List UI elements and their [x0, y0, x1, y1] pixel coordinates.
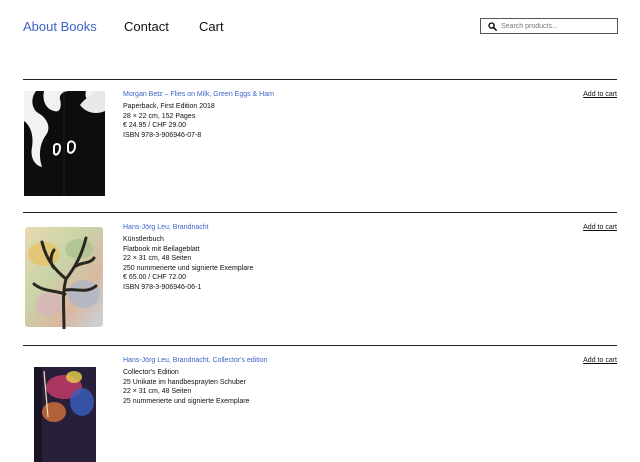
- site-header: About Books Contact Cart: [0, 0, 640, 60]
- product-title-link[interactable]: Hans-Jörg Leu, Brandnacht, Collector's e…: [123, 356, 268, 366]
- add-to-cart-button[interactable]: Add to cart: [583, 223, 617, 233]
- product-detail: 28 × 22 cm, 152 Pages: [123, 112, 196, 120]
- search-box[interactable]: [480, 18, 618, 34]
- product-detail: 250 nummerierte und signierte Exemplare: [123, 264, 254, 272]
- add-to-cart-button[interactable]: Add to cart: [583, 90, 617, 100]
- product-detail: Paperback, First Edition 2018: [123, 103, 215, 111]
- product-cover-image[interactable]: [24, 224, 105, 329]
- product-detail: 25 Unikate im handbesprayten Schuber: [123, 378, 246, 386]
- product-detail: 25 nummerierte und signierte Exemplare: [123, 397, 250, 405]
- product-info: Morgan Betz – Flies on Milk, Green Eggs …: [123, 90, 274, 140]
- nav-about-books[interactable]: About Books: [23, 19, 97, 35]
- product-info: Hans-Jörg Leu, Brandnacht Künstlerbuch F…: [123, 223, 253, 293]
- product-detail: 22 × 31 cm, 48 Seiten: [123, 255, 192, 263]
- product-cover-image[interactable]: [24, 357, 105, 462]
- product-detail: Flatbook mit Beilageblatt: [123, 245, 200, 253]
- nav-cart[interactable]: Cart: [199, 19, 224, 35]
- product-title-link[interactable]: Morgan Betz – Flies on Milk, Green Eggs …: [123, 90, 274, 100]
- product-item: Hans-Jörg Leu, Brandnacht Künstlerbuch F…: [23, 212, 617, 329]
- nav-contact[interactable]: Contact: [124, 19, 169, 35]
- product-cover-image[interactable]: [24, 91, 105, 196]
- product-info: Hans-Jörg Leu, Brandnacht, Collector's e…: [123, 356, 268, 406]
- product-detail: 22 × 31 cm, 48 Seiten: [123, 388, 192, 396]
- product-price: € 65.00 / CHF 72.00: [123, 274, 187, 282]
- product-isbn: ISBN 978-3-906946-07-8: [123, 131, 202, 139]
- product-title-link[interactable]: Hans-Jörg Leu, Brandnacht: [123, 223, 253, 233]
- search-input[interactable]: [501, 22, 611, 30]
- add-to-cart-button[interactable]: Add to cart: [583, 356, 617, 366]
- product-detail: Künstlerbuch: [123, 236, 164, 244]
- search-icon[interactable]: [486, 20, 498, 32]
- product-isbn: ISBN 978-3-906946-06-1: [123, 284, 202, 292]
- product-item: Hans-Jörg Leu, Brandnacht, Collector's e…: [23, 345, 617, 462]
- product-item: Morgan Betz – Flies on Milk, Green Eggs …: [23, 79, 617, 196]
- product-detail: Collector's Edition: [123, 369, 179, 377]
- product-price: € 24.95 / CHF 29.00: [123, 122, 187, 130]
